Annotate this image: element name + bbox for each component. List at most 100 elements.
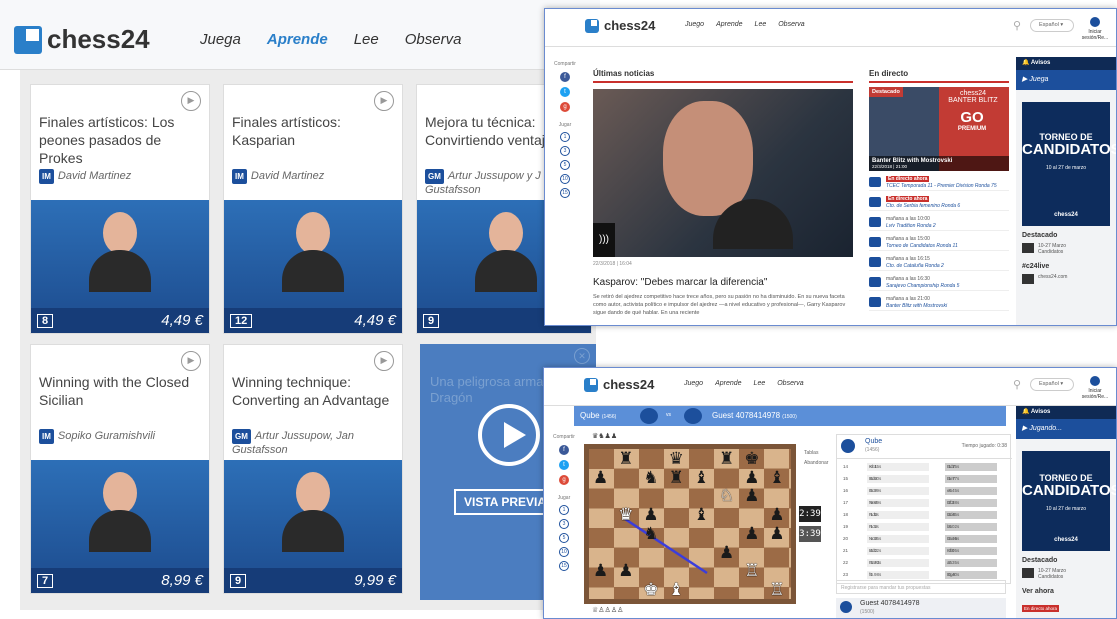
move-row[interactable]: 17 Ne4 8.99s Bf3 2.38s [841, 499, 1008, 508]
live-event-item[interactable]: mañana a las 16:15 Cto. de Cataluña Ronda… [869, 255, 1009, 271]
course-price[interactable]: 8,99 € [161, 572, 203, 589]
time-control-1-icon[interactable]: 1 [560, 132, 570, 142]
move-row[interactable]: 15 Bd3 6.60s Be7 1.77s [841, 475, 1008, 484]
nav-juego[interactable]: Juego [685, 21, 704, 28]
play-icon[interactable] [478, 404, 540, 466]
black-piece[interactable]: ♚ [744, 450, 759, 467]
course-title[interactable]: Finales artísticos: Los peones pasados d… [39, 113, 201, 167]
black-piece[interactable]: ♟ [744, 487, 759, 504]
move-row[interactable]: 21 Bd2 4.02s Kf8 3.05s [841, 547, 1008, 556]
audio-icon[interactable]: ))) [593, 223, 615, 257]
live-event-item[interactable]: mañana a las 15:00 Torneo de Candidatos R… [869, 235, 1009, 251]
time-control-15-icon[interactable]: 15 [560, 188, 570, 198]
play-icon[interactable]: ▶ [181, 91, 201, 111]
twitter-icon[interactable]: t [560, 87, 570, 97]
language-select[interactable]: Español ▾ [1030, 378, 1074, 391]
black-piece[interactable]: ♟ [593, 562, 608, 579]
course-thumbnail[interactable]: 1200 2200+ 1600 8 4,49 € [31, 200, 209, 333]
resign-button[interactable]: Abandonar [804, 460, 828, 466]
course-card[interactable]: ▶ Winning technique: Converting an Advan… [223, 344, 403, 594]
notices-header[interactable]: 🔔 Avisos [1016, 57, 1116, 70]
move-row[interactable]: 19 Rc2 1.5s b5 4.02s [841, 523, 1008, 532]
move-row[interactable]: 22 Rae1 3.72s a5 2.35s [841, 559, 1008, 568]
comment-input[interactable]: Registrarse para mandar tus propuestas [836, 580, 1006, 594]
black-piece[interactable]: ♜ [669, 469, 684, 486]
chess24-logo[interactable]: chess24 [14, 24, 150, 55]
live-event-item[interactable]: mañana a las 16:30 Sarajevo Championship … [869, 275, 1009, 291]
nav-aprende[interactable]: Aprende [715, 380, 741, 387]
time-control-15-icon[interactable]: 15 [559, 561, 569, 571]
live-event-item[interactable]: En directo ahora TCEC Temporada 11 - Prem… [869, 175, 1009, 191]
black-piece[interactable]: ♞ [643, 469, 658, 486]
googleplus-icon[interactable]: g [559, 475, 569, 485]
search-icon[interactable]: ⚲ [1013, 378, 1021, 391]
black-piece[interactable]: ♟ [593, 469, 608, 486]
chess-board[interactable]: ♜ ♛ ♜ ♚ ♟ ♞ ♜ ♝ ♟ ♝ ♘ ♟ ♛ ♟ ♝ ♟ ♞ ♟ ♟ ♟ ♟ ♟ ♖ ♚ ♝ ♖ [584, 444, 796, 604]
course-card[interactable]: ▶ Winning with the Closed Sicilian IM Sop… [30, 344, 210, 594]
nav-juega[interactable]: Juega [200, 31, 241, 48]
nav-observa[interactable]: Observa [778, 21, 804, 28]
time-control-10-icon[interactable]: 10 [559, 547, 569, 557]
live-event-item[interactable]: mañana a las 21:00 Banter Blitz with Most… [869, 295, 1009, 311]
black-piece[interactable]: ♟ [744, 525, 759, 542]
black-piece[interactable]: ♛ [669, 450, 684, 467]
nav-lee[interactable]: Lee [755, 21, 767, 28]
move-row[interactable]: 16 Bc3 5.99s e6 4.45s [841, 487, 1008, 496]
chess24-logo[interactable]: chess24 [585, 18, 655, 33]
course-price[interactable]: 4,49 € [354, 312, 396, 329]
play-link[interactable]: ▶ Juega [1016, 70, 1116, 90]
play-icon[interactable]: ▶ [374, 91, 394, 111]
close-icon[interactable]: ✕ [574, 348, 590, 364]
white-piece[interactable]: ♘ [719, 487, 734, 504]
course-thumbnail[interactable]: 1200 2200+ 1600 9 9,99 € [224, 460, 402, 593]
black-piece[interactable]: ♟ [769, 525, 784, 542]
facebook-icon[interactable]: f [560, 72, 570, 82]
course-price[interactable]: 4,49 € [161, 312, 203, 329]
course-thumbnail[interactable]: 1200 2200+ 1600 12 4,49 € [224, 200, 402, 333]
search-icon[interactable]: ⚲ [1013, 19, 1021, 32]
black-piece[interactable]: ♝ [694, 469, 709, 486]
white-piece[interactable]: ♖ [744, 562, 759, 579]
language-select[interactable]: Español ▾ [1030, 19, 1074, 32]
twitter-icon[interactable]: t [559, 460, 569, 470]
featured-live-card[interactable]: Destacado chess24 BANTER BLITZ GO PREMIUM … [869, 87, 1009, 171]
login-button[interactable]: Iniciar sesión/Re... [1080, 17, 1110, 41]
nav-aprende[interactable]: Aprende [267, 31, 328, 48]
course-thumbnail[interactable]: 1200 2200+ 1600 7 8,99 € [31, 460, 209, 593]
black-piece[interactable]: ♜ [719, 450, 734, 467]
featured-candidates-link[interactable]: 10-27 Marzo Candidatos [1016, 566, 1116, 582]
time-control-10-icon[interactable]: 10 [560, 174, 570, 184]
time-control-1-icon[interactable]: 1 [559, 505, 569, 515]
course-title[interactable]: Finales artísticos: Kasparian [232, 113, 394, 149]
nav-juego[interactable]: Juego [684, 380, 703, 387]
time-control-3-icon[interactable]: 3 [560, 146, 570, 156]
white-piece[interactable]: ♖ [769, 581, 784, 598]
facebook-icon[interactable]: f [559, 445, 569, 455]
course-title[interactable]: Winning with the Closed Sicilian [39, 373, 201, 409]
move-row[interactable]: 18 Rd2 1.5s Bd4 3.45s [841, 511, 1008, 520]
course-title[interactable]: Winning technique: Converting an Advanta… [232, 373, 394, 409]
move-row[interactable]: 14 Kh1 6.15s Bd7 1.15s [841, 463, 1008, 472]
black-piece[interactable]: ♝ [769, 469, 784, 486]
course-card[interactable]: ▶ Finales artísticos: Kasparian IM David … [223, 84, 403, 334]
play-icon[interactable]: ▶ [374, 351, 394, 371]
black-piece[interactable]: ♟ [643, 506, 658, 523]
black-piece[interactable]: ♟ [618, 562, 633, 579]
move-row[interactable]: 20 Nc3 4.95s Bxe6 2.15s [841, 535, 1008, 544]
news-title[interactable]: Kasparov: "Debes marcar la diferencia" [593, 277, 767, 288]
notices-header[interactable]: 🔔 Avisos [1016, 406, 1116, 419]
white-piece[interactable]: ♚ [643, 581, 658, 598]
nav-aprende[interactable]: Aprende [716, 21, 742, 28]
black-piece[interactable]: ♟ [719, 544, 734, 561]
time-control-3-icon[interactable]: 3 [559, 519, 569, 529]
chess24-logo[interactable]: chess24 [584, 377, 654, 392]
featured-candidates-link[interactable]: 10-27 Marzo Candidatos [1016, 241, 1116, 257]
draw-button[interactable]: Tablas [804, 450, 818, 456]
black-piece[interactable]: ♞ [643, 525, 658, 542]
time-control-5-icon[interactable]: 5 [560, 160, 570, 170]
nav-observa[interactable]: Observa [777, 380, 803, 387]
playing-link[interactable]: ▶ Jugando... [1016, 419, 1116, 439]
move-row[interactable]: 23 f4 5.98s Bg4 0.40s [841, 571, 1008, 580]
course-price[interactable]: 9,99 € [354, 572, 396, 589]
white-piece[interactable]: ♝ [669, 581, 684, 598]
